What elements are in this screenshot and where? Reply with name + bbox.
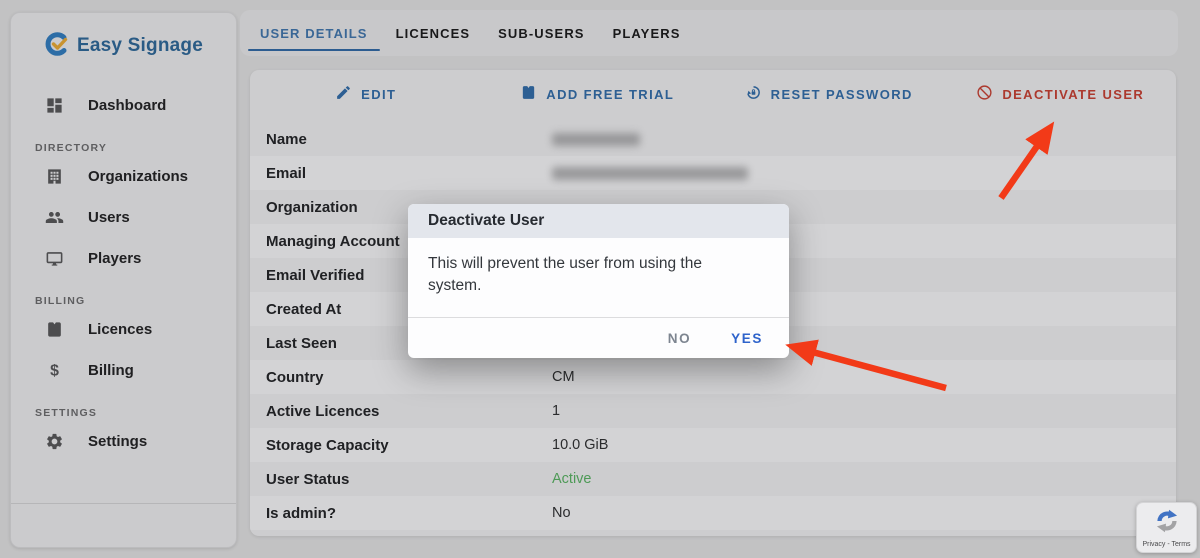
detail-row-user-status: User StatusActive xyxy=(250,462,1176,496)
action-label: DEACTIVATE USER xyxy=(1002,87,1144,102)
detail-row-storage-capacity: Storage Capacity10.0 GiB xyxy=(250,428,1176,462)
organizations-icon xyxy=(44,167,64,187)
licences-icon xyxy=(44,320,64,340)
detail-label: Active Licences xyxy=(250,403,552,420)
deactivate-user-button[interactable]: DEACTIVATE USER xyxy=(945,84,1177,104)
detail-label: Is admin? xyxy=(250,505,552,522)
sidebar-item-label: Settings xyxy=(88,433,147,450)
modal-message: This will prevent the user from using th… xyxy=(408,238,778,298)
detail-value: No xyxy=(552,505,571,521)
sidebar-section-settings: SETTINGS xyxy=(35,407,236,419)
tab-bar: USER DETAILSLICENCESSUB-USERSPLAYERS xyxy=(240,10,1178,56)
sidebar-item-billing[interactable]: $ Billing xyxy=(11,350,236,391)
block-icon xyxy=(976,84,993,104)
app-window: Easy Signage Dashboard DIRECTORY Organizat… xyxy=(0,0,1200,558)
users-icon xyxy=(44,208,64,228)
sidebar-item-label: Licences xyxy=(88,321,152,338)
recaptcha-badge[interactable]: Privacy - Terms xyxy=(1136,502,1197,553)
sidebar-item-label: Organizations xyxy=(88,168,188,185)
actions-row: EDIT ADD FREE TRIAL RESET PASSWORD DEACTIVA… xyxy=(250,70,1176,118)
detail-row-email: Email xyxy=(250,156,1176,190)
sidebar-section-directory: DIRECTORY xyxy=(35,142,236,154)
sidebar-section-billing: BILLING xyxy=(35,295,236,307)
svg-text:$: $ xyxy=(50,362,59,379)
detail-row-name: Name xyxy=(250,122,1176,156)
sidebar-nav: Dashboard DIRECTORY Organizations Users Play… xyxy=(11,75,236,462)
detail-value: Active xyxy=(552,471,592,487)
billing-icon: $ xyxy=(44,361,64,381)
detail-value: 1 xyxy=(552,403,560,419)
redacted-value xyxy=(552,167,748,180)
detail-row-is-admin-: Is admin?No xyxy=(250,496,1176,530)
tab-licences[interactable]: LICENCES xyxy=(384,10,483,56)
action-label: EDIT xyxy=(361,87,396,102)
sidebar-divider xyxy=(11,503,236,504)
sidebar-item-settings[interactable]: Settings xyxy=(11,421,236,462)
sidebar-item-users[interactable]: Users xyxy=(11,197,236,238)
action-label: RESET PASSWORD xyxy=(771,87,913,102)
brand-logo[interactable]: Easy Signage xyxy=(11,17,236,75)
detail-label: Name xyxy=(250,131,552,148)
easy-signage-logo-icon xyxy=(44,31,70,62)
detail-label: Email xyxy=(250,165,552,182)
sidebar-item-licences[interactable]: Licences xyxy=(11,309,236,350)
sidebar-item-label: Dashboard xyxy=(88,97,166,114)
settings-icon xyxy=(44,432,64,452)
sidebar-item-label: Billing xyxy=(88,362,134,379)
detail-label: User Status xyxy=(250,471,552,488)
detail-row-active-licences: Active Licences1 xyxy=(250,394,1176,428)
sidebar: Easy Signage Dashboard DIRECTORY Organizat… xyxy=(10,12,237,548)
yes-button[interactable]: YES xyxy=(731,331,763,346)
reset-password-icon xyxy=(745,84,762,104)
edit-button[interactable]: EDIT xyxy=(250,84,482,104)
detail-label: Country xyxy=(250,369,552,386)
modal-title: Deactivate User xyxy=(408,204,789,238)
detail-value: CM xyxy=(552,369,575,385)
tab-players[interactable]: PLAYERS xyxy=(601,10,693,56)
tab-sub-users[interactable]: SUB-USERS xyxy=(486,10,596,56)
reset-password-button[interactable]: RESET PASSWORD xyxy=(713,84,945,104)
sidebar-item-label: Players xyxy=(88,250,141,267)
redacted-value xyxy=(552,133,640,146)
modal-footer: NO YES xyxy=(408,317,789,358)
detail-row-country: CountryCM xyxy=(250,360,1176,394)
pencil-icon xyxy=(335,84,352,104)
action-label: ADD FREE TRIAL xyxy=(546,87,674,102)
tab-user-details[interactable]: USER DETAILS xyxy=(248,10,380,56)
deactivate-user-modal: Deactivate User This will prevent the us… xyxy=(408,204,789,358)
detail-value: 10.0 GiB xyxy=(552,437,608,453)
recaptcha-privacy-terms[interactable]: Privacy - Terms xyxy=(1142,541,1190,548)
add-free-trial-button[interactable]: ADD FREE TRIAL xyxy=(482,84,714,104)
players-icon xyxy=(44,249,64,269)
recaptcha-icon xyxy=(1153,507,1181,540)
detail-label: Storage Capacity xyxy=(250,437,552,454)
trial-icon xyxy=(520,84,537,104)
no-button[interactable]: NO xyxy=(668,331,691,346)
sidebar-item-players[interactable]: Players xyxy=(11,238,236,279)
sidebar-item-organizations[interactable]: Organizations xyxy=(11,156,236,197)
sidebar-item-label: Users xyxy=(88,209,130,226)
brand-name: Easy Signage xyxy=(77,35,203,57)
dashboard-icon xyxy=(44,96,64,116)
sidebar-item-dashboard[interactable]: Dashboard xyxy=(11,85,236,126)
